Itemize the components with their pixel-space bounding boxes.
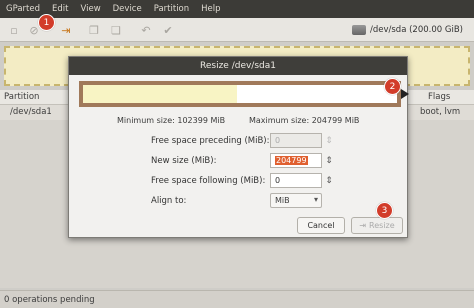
partition-name: /dev/sda1	[10, 107, 52, 117]
step-badge-1: 1	[38, 14, 55, 31]
menu-help[interactable]: Help	[195, 4, 226, 14]
align-value: MiB	[275, 196, 290, 205]
partition-flags: boot, lvm	[420, 107, 461, 117]
resize-dialog: Resize /dev/sda1 Minimum size: 102399 Mi…	[68, 56, 409, 238]
minimum-size-text: Minimum size: 102399 MiB	[117, 116, 226, 125]
status-bar: 0 operations pending	[0, 290, 474, 308]
free-following-spin[interactable]: ⇕	[322, 173, 336, 188]
resize-button[interactable]: ⇥ Resize	[351, 217, 403, 234]
free-following-input[interactable]: 0	[270, 173, 322, 188]
col-flags[interactable]: Flags	[428, 92, 450, 102]
free-following-label: Free space following (MiB):	[151, 176, 266, 186]
new-size-label: New size (MiB):	[151, 156, 217, 166]
resize-move-icon[interactable]: ⇥	[58, 22, 74, 38]
used-space-fill	[83, 85, 237, 103]
free-preceding-row: Free space preceding (MiB): 0 ⇕	[69, 133, 409, 149]
free-following-row: Free space following (MiB): 0 ⇕	[69, 173, 409, 189]
toolbar: ▫ ⊘ ⇥ ❐ ❏ ↶ ✔ /dev/sda (200.00 GiB)	[0, 18, 474, 42]
align-select[interactable]: MiB ▾	[270, 193, 322, 208]
menu-device[interactable]: Device	[107, 4, 148, 14]
free-preceding-spin[interactable]: ⇕	[322, 133, 336, 148]
status-text: 0 operations pending	[4, 295, 95, 305]
copy-icon[interactable]: ❐	[86, 22, 102, 38]
new-size-input[interactable]: 204799	[270, 153, 322, 168]
dialog-title: Resize /dev/sda1	[69, 57, 407, 75]
step-badge-2: 2	[384, 78, 401, 95]
align-label: Align to:	[151, 196, 187, 206]
paste-icon[interactable]: ❏	[108, 22, 124, 38]
resize-button-icon: ⇥	[359, 221, 367, 230]
chevron-down-icon: ▾	[313, 195, 318, 204]
device-label: /dev/sda (200.00 GiB)	[370, 25, 463, 35]
new-partition-icon[interactable]: ▫	[6, 22, 22, 38]
new-size-value: 204799	[275, 156, 308, 165]
apply-icon[interactable]: ✔	[160, 22, 176, 38]
maximum-size-text: Maximum size: 204799 MiB	[249, 116, 360, 125]
menu-partition[interactable]: Partition	[148, 4, 195, 14]
free-preceding-label: Free space preceding (MiB):	[151, 136, 270, 146]
device-selector[interactable]: /dev/sda (200.00 GiB)	[352, 21, 470, 39]
free-preceding-input[interactable]: 0	[270, 133, 322, 148]
new-size-row: New size (MiB): 204799 ⇕	[69, 153, 409, 169]
menu-edit[interactable]: Edit	[46, 4, 74, 14]
resize-handle-right[interactable]	[401, 89, 409, 99]
gparted-window: GParted Edit View Device Partition Help …	[0, 0, 474, 308]
new-size-spin[interactable]: ⇕	[322, 153, 336, 168]
harddisk-icon	[352, 25, 366, 35]
resize-partition-bar[interactable]	[79, 81, 409, 107]
undo-icon[interactable]: ↶	[138, 22, 154, 38]
menu-view[interactable]: View	[74, 4, 106, 14]
step-badge-3: 3	[376, 202, 393, 219]
cancel-button[interactable]: Cancel	[297, 217, 345, 234]
resize-button-label: Resize	[369, 221, 395, 230]
align-row: Align to: MiB ▾	[69, 193, 409, 209]
menubar: GParted Edit View Device Partition Help	[0, 0, 474, 18]
col-partition[interactable]: Partition	[4, 92, 39, 102]
menu-gparted[interactable]: GParted	[0, 4, 46, 14]
